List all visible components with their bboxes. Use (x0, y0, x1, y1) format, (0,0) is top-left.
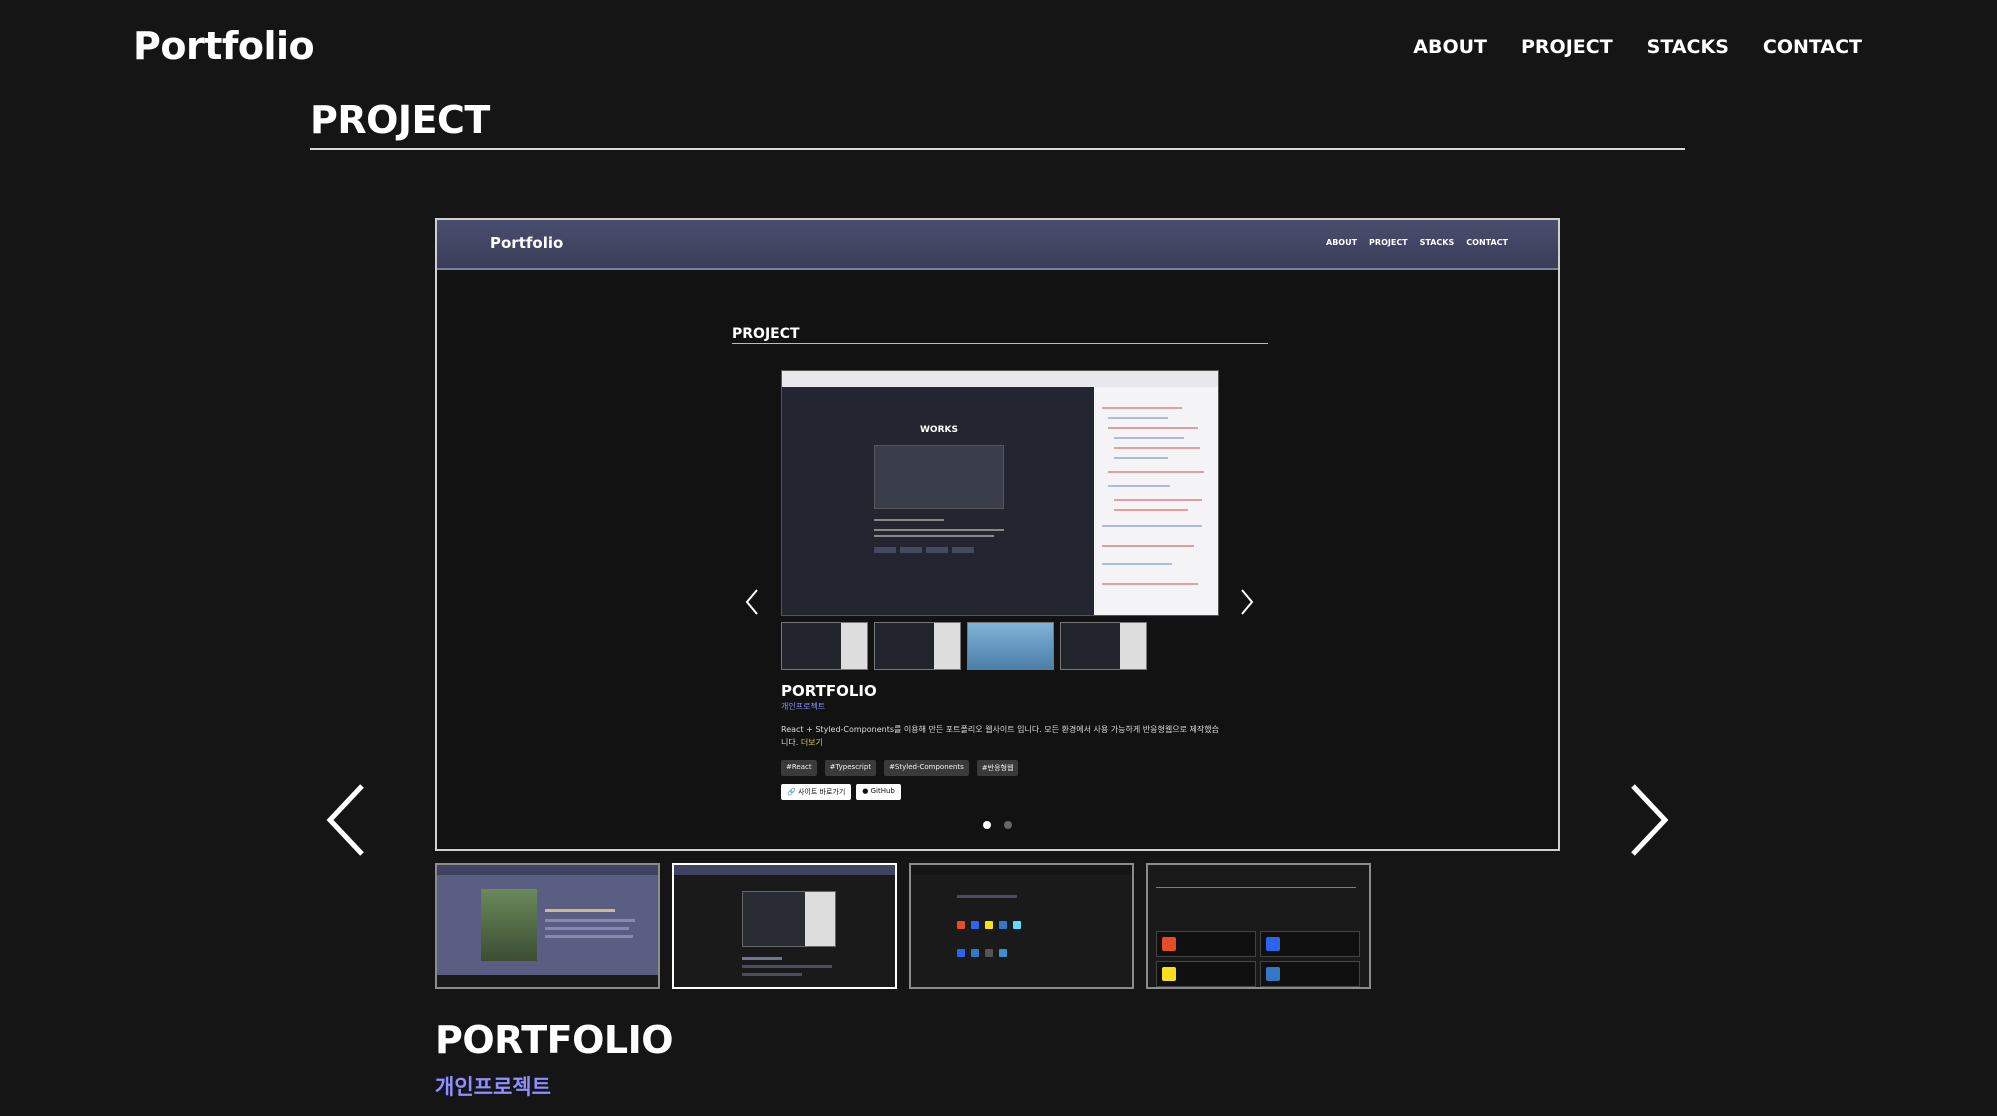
screenshot-chevron-left-icon (743, 588, 761, 616)
nav-about[interactable]: ABOUT (1413, 36, 1487, 58)
screenshot-site-button: 🔗 사이트 바로가기 (781, 784, 852, 800)
screenshot-description-text: React + Styled-Components를 이용해 만든 포트폴리오 … (781, 725, 1219, 747)
screenshot-site-button-label: 사이트 바로가기 (797, 788, 846, 796)
prev-slide-button[interactable] (322, 782, 372, 858)
screenshot-nav-item: ABOUT (1326, 238, 1358, 247)
nav-project[interactable]: PROJECT (1521, 36, 1613, 58)
screenshot-github-button: ● GitHub (856, 784, 901, 800)
screenshot-project-description: React + Styled-Components를 이용해 만든 포트폴리오 … (781, 723, 1226, 749)
screenshot-section-title: PROJECT (732, 326, 800, 342)
chevron-right-icon (1631, 784, 1669, 856)
screenshot-thumbnail (781, 622, 868, 670)
screenshot-tag-react: #React (781, 760, 817, 776)
screenshot-dot (1004, 821, 1012, 829)
screenshot-tags: #React #Typescript #Styled-Components #반… (781, 760, 1019, 776)
thumbnail-4[interactable] (1146, 863, 1371, 989)
project-subtitle: 개인프로젝트 (435, 1075, 551, 1099)
section-title: PROJECT (310, 98, 490, 142)
screenshot-tag (874, 547, 896, 553)
screenshot-browser-bar (782, 371, 1218, 387)
nav-contact[interactable]: CONTACT (1763, 36, 1862, 58)
thumbnail-3[interactable] (909, 863, 1134, 989)
screenshot-pagination (983, 821, 1012, 829)
site-logo[interactable]: Portfolio (133, 24, 315, 68)
screenshot-tag-styled: #Styled-Components (884, 760, 969, 776)
screenshot-thumbnail (1060, 622, 1147, 670)
screenshot-divider (732, 343, 1268, 344)
screenshot-text (874, 535, 994, 537)
screenshot-nav: ABOUT PROJECT STACKS CONTACT (1326, 238, 1508, 247)
screenshot-dot-active (983, 821, 991, 829)
screenshot-github-button-label: GitHub (870, 787, 895, 795)
screenshot-project-title: PORTFOLIO (781, 682, 877, 700)
thumbnail-1[interactable] (435, 863, 660, 989)
profile-photo (481, 889, 537, 961)
screenshot-tag (926, 547, 948, 553)
thumbnail-2[interactable] (672, 863, 897, 989)
next-slide-button[interactable] (1623, 782, 1673, 858)
screenshot-project-subtitle: 개인프로젝트 (781, 702, 826, 711)
screenshot-chevron-right-icon (1238, 588, 1256, 616)
section-divider (310, 148, 1685, 150)
main-nav: ABOUT PROJECT STACKS CONTACT (1413, 36, 1862, 58)
screenshot-tag-responsive: #반응형웹 (976, 760, 1019, 776)
screenshot-text (874, 529, 1004, 531)
screenshot-card (874, 445, 1004, 509)
screenshot-tag (952, 547, 974, 553)
screenshot-logo: Portfolio (490, 234, 564, 252)
screenshot-tag (900, 547, 922, 553)
screenshot-nav-item: PROJECT (1369, 238, 1408, 247)
thumbnail-strip (435, 863, 1371, 989)
screenshot-page: WORKS (782, 387, 1094, 615)
nav-stacks[interactable]: STACKS (1647, 36, 1729, 58)
main-slide-image[interactable]: Portfolio ABOUT PROJECT STACKS CONTACT P… (435, 218, 1560, 851)
screenshot-buttons: 🔗 사이트 바로가기 ● GitHub (781, 784, 901, 800)
screenshot-text (874, 519, 944, 521)
screenshot-thumbnails (781, 622, 1147, 670)
project-title: PORTFOLIO (435, 1018, 674, 1062)
screenshot-thumbnail (874, 622, 961, 670)
site-header: Portfolio ABOUT PROJECT STACKS CONTACT (0, 0, 1997, 100)
chevron-left-icon (326, 784, 364, 856)
screenshot-thumbnail (967, 622, 1054, 670)
screenshot-nav-item: STACKS (1419, 238, 1455, 247)
screenshot-works-label: WORKS (920, 425, 958, 435)
screenshot-more-link: 더보기 (800, 738, 823, 747)
screenshot-nav-item: CONTACT (1466, 238, 1508, 247)
screenshot-header: Portfolio ABOUT PROJECT STACKS CONTACT (437, 220, 1558, 270)
screenshot-tag-typescript: #Typescript (824, 760, 877, 776)
screenshot-preview: WORKS (781, 370, 1219, 616)
screenshot-code-panel (1094, 387, 1218, 615)
